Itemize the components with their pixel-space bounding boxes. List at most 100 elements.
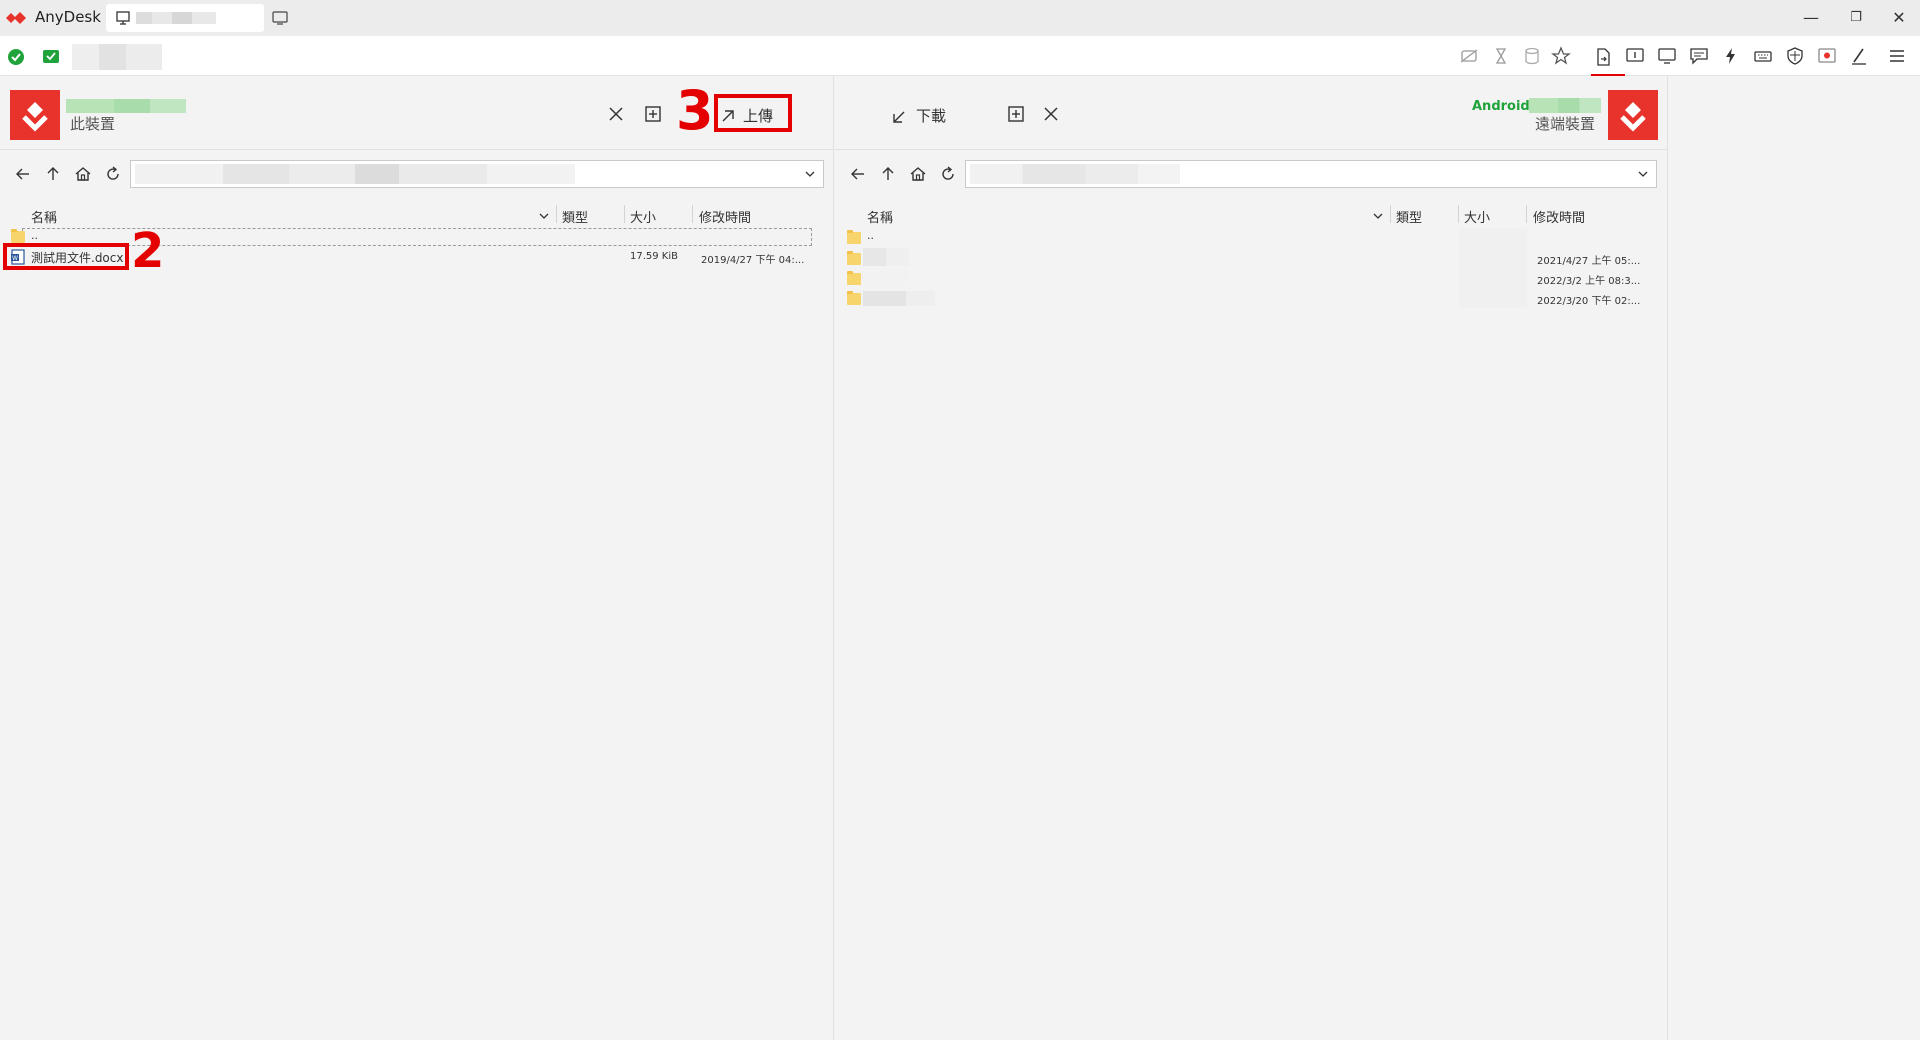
minimize-button[interactable]: — [1796, 6, 1826, 30]
local-path-input[interactable] [130, 160, 824, 188]
file-name: .. [867, 229, 874, 242]
remote-path-redacted [970, 164, 1180, 184]
home-icon[interactable] [909, 165, 927, 183]
column-header-modified[interactable]: 修改時間 [699, 207, 751, 226]
remote-device-avatar [1608, 90, 1658, 140]
remote-file-panel: 下載 Android ( 遠端裝置 名稱 類型 大小 修改時間 .. 2021/… [835, 76, 1668, 1040]
folder-icon [847, 291, 861, 305]
annotation-marker-3: 3 [676, 79, 714, 142]
lightning-icon[interactable] [1720, 46, 1742, 66]
title-bar: AnyDesk — ❐ ✕ [0, 0, 1920, 36]
column-divider[interactable] [556, 205, 557, 223]
local-device-avatar [10, 90, 60, 140]
menu-icon[interactable] [1886, 46, 1908, 66]
remote-id-redacted [72, 44, 162, 70]
folder-icon [11, 229, 25, 243]
database-icon[interactable] [1521, 46, 1543, 66]
cancel-icon[interactable] [608, 106, 624, 122]
annotation-highlight-2 [3, 243, 129, 270]
restore-button[interactable]: ❐ [1841, 6, 1871, 30]
file-modified: 2019/4/27 下午 04:... [701, 255, 805, 266]
column-divider[interactable] [1390, 205, 1391, 223]
column-divider[interactable] [692, 205, 693, 223]
file-modified: 2022/3/20 下午 02:... [1537, 296, 1641, 307]
column-header-size[interactable]: 大小 [1464, 207, 1490, 226]
column-header-modified[interactable]: 修改時間 [1533, 207, 1585, 226]
monitor-icon [116, 11, 130, 25]
panel-header-divider [835, 149, 1667, 150]
file-name: .. [31, 229, 38, 242]
anydesk-avatar-icon [1620, 102, 1646, 132]
download-label: 下載 [916, 107, 947, 125]
hourglass-icon[interactable] [1490, 46, 1512, 66]
chevron-down-icon[interactable] [1636, 167, 1650, 181]
refresh-icon[interactable] [939, 165, 957, 183]
local-device-name-redacted [66, 99, 186, 113]
file-modified: 2021/4/27 上午 05:... [1537, 256, 1641, 267]
session-tab[interactable] [106, 4, 264, 32]
table-row[interactable]: 2022/3/20 下午 02:... [847, 288, 1647, 307]
remote-device-label: 遠端裝置 [1535, 115, 1596, 133]
shield-icon[interactable] [1784, 46, 1806, 66]
session-name-redacted [136, 12, 216, 24]
display-icon[interactable] [1656, 46, 1678, 66]
privacy-icon[interactable] [1458, 46, 1480, 66]
file-name-redacted [863, 248, 909, 266]
home-icon[interactable] [74, 165, 92, 183]
remote-screen-area [1669, 76, 1920, 1040]
column-divider[interactable] [624, 205, 625, 223]
download-button[interactable]: 下載 [885, 98, 985, 134]
keyboard-icon[interactable] [1752, 46, 1774, 66]
refresh-icon[interactable] [104, 165, 122, 183]
app-title: AnyDesk [35, 8, 101, 26]
back-icon[interactable] [849, 165, 867, 183]
up-icon[interactable] [879, 165, 897, 183]
table-row[interactable]: 2021/4/27 上午 05:... [847, 248, 1647, 267]
close-window-button[interactable]: ✕ [1884, 6, 1914, 30]
column-header-name[interactable]: 名稱 [867, 207, 893, 226]
column-divider[interactable] [1526, 205, 1527, 223]
folder-icon [847, 230, 861, 244]
local-device-label: 此裝置 [70, 115, 116, 133]
table-row[interactable]: 2022/3/2 上午 08:3... [847, 268, 1647, 287]
file-name-redacted [863, 268, 909, 286]
download-arrow-icon [893, 111, 905, 123]
sort-chevron-icon[interactable] [1372, 210, 1384, 222]
remote-path-input[interactable] [965, 160, 1657, 188]
star-icon[interactable] [1550, 46, 1572, 66]
column-divider[interactable] [1458, 205, 1459, 223]
new-session-icon[interactable] [272, 11, 288, 25]
up-icon[interactable] [44, 165, 62, 183]
table-row[interactable]: .. [847, 229, 1647, 246]
remote-screen-icon [43, 50, 59, 63]
annotation-highlight-3 [714, 94, 792, 132]
folder-icon [847, 251, 861, 265]
connection-ok-icon [8, 49, 24, 65]
local-file-panel: 此裝置 3 上傳 名稱 類型 大小 修改時間 .. W 測試用文件.docx 1… [0, 76, 834, 1040]
file-size: 17.59 KiB [630, 251, 679, 262]
file-modified: 2022/3/2 上午 08:3... [1537, 276, 1641, 287]
file-name-redacted [863, 291, 935, 306]
monitor-info-icon[interactable] [1624, 46, 1646, 66]
column-header-name[interactable]: 名稱 [31, 207, 57, 226]
anydesk-logo-icon [6, 12, 26, 24]
pen-icon[interactable] [1848, 46, 1870, 66]
back-icon[interactable] [14, 165, 32, 183]
annotation-marker-2: 2 [131, 223, 165, 279]
column-header-size[interactable]: 大小 [630, 207, 656, 226]
folder-icon [847, 271, 861, 285]
panel-header-divider [0, 149, 833, 150]
remote-device-name-redacted [1529, 98, 1601, 113]
chat-icon[interactable] [1688, 46, 1710, 66]
cancel-icon[interactable] [1043, 106, 1059, 122]
column-header-type[interactable]: 類型 [562, 207, 588, 226]
record-icon[interactable] [1816, 46, 1838, 66]
column-header-type[interactable]: 類型 [1396, 207, 1422, 226]
new-folder-icon[interactable] [644, 105, 662, 123]
sort-chevron-icon[interactable] [538, 210, 550, 222]
session-toolbar: 1 [0, 36, 1920, 115]
file-transfer-icon[interactable] [1592, 47, 1614, 67]
chevron-down-icon[interactable] [803, 167, 817, 181]
new-folder-icon[interactable] [1007, 105, 1025, 123]
local-path-redacted [135, 164, 575, 184]
